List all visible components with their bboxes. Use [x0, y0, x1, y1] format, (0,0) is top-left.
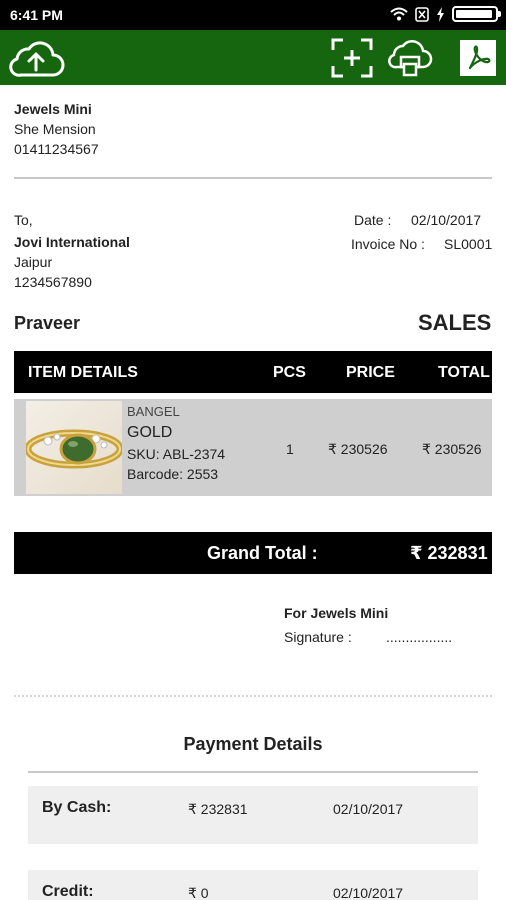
payment-amount: ₹ 0	[188, 885, 209, 900]
header-divider	[14, 177, 492, 179]
cloud-print-button[interactable]	[386, 30, 434, 85]
buyer-city: Jaipur	[14, 254, 53, 270]
item-price: ₹ 230526	[328, 441, 388, 457]
to-label: To,	[14, 212, 33, 228]
battery-icon	[452, 6, 501, 22]
cloud-upload-icon	[9, 40, 65, 77]
date-value: 02/10/2017	[411, 212, 482, 228]
item-metal: GOLD	[127, 424, 173, 441]
payment-amount: ₹ 232831	[188, 801, 248, 817]
grand-total-value: ₹ 232831	[410, 543, 488, 563]
payment-method-label: Credit:	[42, 883, 94, 900]
cloud-print-icon	[388, 39, 433, 76]
signature-for-label: For Jewels Mini	[284, 605, 389, 621]
col-pcs: PCS	[273, 364, 306, 381]
wifi-icon	[390, 7, 408, 21]
signature-label: Signature :	[284, 629, 352, 645]
payment-title: Payment Details	[183, 734, 323, 754]
date-label: Date :	[354, 212, 392, 228]
status-icons	[390, 6, 501, 22]
seller-address: She Mension	[14, 121, 96, 137]
seller-phone: 01411234567	[14, 141, 99, 157]
col-item-details: ITEM DETAILS	[28, 364, 138, 381]
customer-name: Praveer	[14, 313, 81, 333]
product-image	[26, 401, 122, 494]
payment-divider	[28, 771, 478, 773]
buyer-name: Jovi International	[14, 234, 130, 250]
payment-method-label: By Cash:	[42, 799, 112, 816]
pdf-button[interactable]	[456, 30, 500, 85]
item-barcode: Barcode: 2553	[127, 466, 219, 482]
app-toolbar	[0, 30, 506, 85]
scan-add-button[interactable]	[328, 30, 376, 85]
signature-line: .................	[386, 629, 453, 645]
document-type: SALES	[418, 310, 492, 335]
col-total: TOTAL	[438, 364, 490, 381]
cloud-upload-button[interactable]	[4, 30, 68, 85]
item-total: ₹ 230526	[422, 441, 482, 457]
item-sku: SKU: ABL-2374	[127, 446, 226, 462]
table-row[interactable]: BANGEL GOLD SKU: ABL-2374 Barcode: 2553 …	[14, 399, 492, 496]
sim-icon	[415, 6, 429, 22]
invoice-no-value: SL0001	[444, 236, 493, 252]
charging-icon	[437, 6, 444, 22]
item-pcs: 1	[286, 441, 294, 457]
seller-name: Jewels Mini	[14, 101, 92, 117]
grand-total-label: Grand Total :	[207, 543, 318, 563]
payment-row-cash: By Cash: ₹ 232831 02/10/2017	[28, 786, 478, 844]
payment-date: 02/10/2017	[333, 801, 404, 817]
payment-date: 02/10/2017	[333, 885, 404, 900]
section-divider	[14, 695, 492, 697]
pdf-icon	[460, 39, 496, 76]
payment-row-credit: Credit: ₹ 0 02/10/2017	[28, 870, 478, 900]
buyer-phone: 1234567890	[14, 274, 92, 290]
status-bar: 6:41 PM	[0, 0, 506, 30]
invoice-no-label: Invoice No :	[351, 236, 425, 252]
item-category: BANGEL	[127, 404, 180, 419]
scan-add-icon	[331, 38, 373, 77]
grand-total-bar: Grand Total : ₹ 232831	[14, 532, 492, 574]
col-price: PRICE	[346, 364, 395, 381]
table-header: ITEM DETAILS PCS PRICE TOTAL	[14, 351, 492, 393]
status-time: 6:41 PM	[10, 7, 63, 23]
